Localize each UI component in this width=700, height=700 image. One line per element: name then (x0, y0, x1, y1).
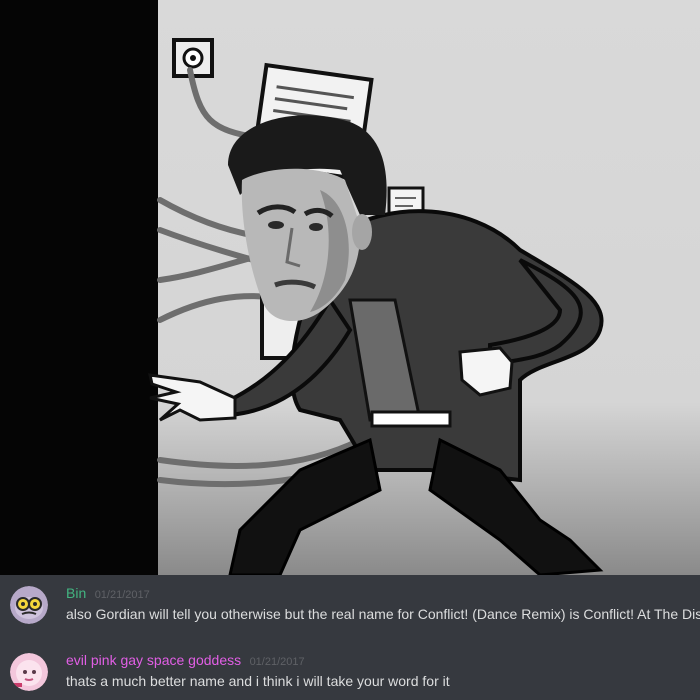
meme-illustration (0, 0, 604, 575)
timestamp: 01/21/2017 (249, 656, 305, 668)
reaching-hand (148, 373, 237, 422)
black-doorway (0, 0, 158, 575)
message-header: evil pink gay space goddess 01/21/2017 (66, 652, 305, 670)
screenshot-root: Bin 01/21/2017 also Gordian will tell yo… (0, 0, 700, 700)
chat-message: Bin 01/21/2017 also Gordian will tell yo… (0, 585, 700, 645)
chat-messages-area: Bin 01/21/2017 also Gordian will tell yo… (0, 575, 700, 700)
chat-message: evil pink gay space goddess 01/21/2017 t… (0, 652, 700, 700)
attached-meme-image[interactable] (0, 0, 700, 575)
yellow-eyed-blob-avatar-icon[interactable] (10, 586, 48, 624)
message-text: also Gordian will tell you otherwise but… (66, 606, 700, 622)
message-header: Bin 01/21/2017 (66, 585, 150, 603)
timestamp: 01/21/2017 (94, 589, 150, 601)
username[interactable]: Bin (66, 585, 86, 601)
username[interactable]: evil pink gay space goddess (66, 652, 241, 668)
message-text: thats a much better name and i think i w… (66, 673, 450, 689)
pink-character-avatar-icon[interactable] (10, 653, 48, 691)
